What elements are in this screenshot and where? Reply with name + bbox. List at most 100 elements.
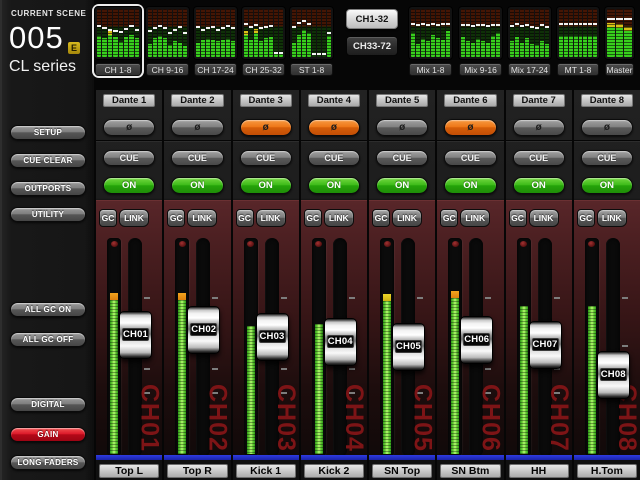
- cue-button[interactable]: CUE: [308, 150, 360, 166]
- phase-button[interactable]: ø: [376, 119, 428, 136]
- cue-button[interactable]: CUE: [513, 150, 565, 166]
- gain-compensation-button[interactable]: GC: [577, 209, 595, 227]
- meter-block-mix-1-8[interactable]: Mix 1-8: [408, 6, 453, 76]
- fader-cap[interactable]: CH04: [324, 318, 357, 366]
- meter-fill: [124, 37, 128, 57]
- on-button[interactable]: ON: [240, 177, 292, 194]
- sidebar-button-digital[interactable]: DIGITAL: [10, 397, 86, 412]
- meter-fill: [196, 43, 200, 57]
- level-meter-bar: [244, 9, 248, 57]
- cue-button[interactable]: CUE: [240, 150, 292, 166]
- on-button[interactable]: ON: [308, 177, 360, 194]
- meter-block-mt-1-8[interactable]: MT 1-8: [556, 6, 600, 76]
- on-button[interactable]: ON: [513, 177, 565, 194]
- left-panel: CURRENT SCENE 005 E CL series SETUP CUE C…: [0, 0, 94, 480]
- phase-button[interactable]: ø: [103, 119, 155, 136]
- meter-block-ch-1-8[interactable]: CH 1-8: [94, 6, 142, 76]
- fader-cap[interactable]: CH08: [597, 351, 630, 399]
- fader-cap-channel-label: CH02: [190, 323, 217, 336]
- channel-name-label[interactable]: SN Btm: [440, 464, 500, 478]
- phase-button[interactable]: ø: [171, 119, 223, 136]
- input-patch-label[interactable]: Dante 6: [444, 94, 496, 107]
- meter-peak-hold: [201, 29, 205, 31]
- phase-button[interactable]: ø: [240, 119, 292, 136]
- meter-block-meters: [145, 6, 190, 60]
- channel-name-label[interactable]: Top R: [167, 464, 227, 478]
- channel-name-label[interactable]: SN Top: [372, 464, 432, 478]
- channel-name-label[interactable]: Kick 1: [236, 464, 296, 478]
- gain-compensation-button[interactable]: GC: [509, 209, 527, 227]
- fader-cap[interactable]: CH03: [256, 313, 289, 361]
- sidebar-button-long-faders[interactable]: LONG FADERS: [10, 455, 86, 470]
- link-button[interactable]: LINK: [529, 209, 559, 227]
- channel-name-label[interactable]: HH: [509, 464, 569, 478]
- cue-button[interactable]: CUE: [444, 150, 496, 166]
- link-button[interactable]: LINK: [460, 209, 490, 227]
- gain-compensation-button[interactable]: GC: [440, 209, 458, 227]
- meter-block-meters: [94, 6, 142, 60]
- meter-fill: [119, 42, 123, 57]
- phase-button[interactable]: ø: [444, 119, 496, 136]
- input-patch-label[interactable]: Dante 3: [240, 94, 292, 107]
- meter-fill: [486, 43, 490, 57]
- input-patch-label[interactable]: Dante 4: [308, 94, 360, 107]
- phase-button[interactable]: ø: [513, 119, 565, 136]
- gain-compensation-button[interactable]: GC: [372, 209, 390, 227]
- sidebar-button-all-gc-off[interactable]: ALL GC OFF: [10, 332, 86, 347]
- input-patch-label[interactable]: Dante 5: [376, 94, 428, 107]
- meter-block-ch-9-16[interactable]: CH 9-16: [145, 6, 190, 76]
- phase-button[interactable]: ø: [308, 119, 360, 136]
- link-button[interactable]: LINK: [597, 209, 627, 227]
- sidebar-button-all-gc-on[interactable]: ALL GC ON: [10, 302, 86, 317]
- meter-block-master[interactable]: Master: [604, 6, 635, 76]
- phase-button[interactable]: ø: [581, 119, 633, 136]
- sidebar-button-utility[interactable]: UTILITY: [10, 207, 86, 222]
- cue-button[interactable]: CUE: [376, 150, 428, 166]
- cue-button[interactable]: CUE: [103, 150, 155, 166]
- bank-button-ch33-72[interactable]: CH33-72: [346, 36, 398, 56]
- cue-button[interactable]: CUE: [581, 150, 633, 166]
- sidebar-button-setup[interactable]: SETUP: [10, 125, 86, 140]
- scene-panel[interactable]: CURRENT SCENE 005 E CL series: [2, 0, 96, 88]
- input-patch-label[interactable]: Dante 1: [103, 94, 155, 107]
- channel-name-label[interactable]: Top L: [99, 464, 159, 478]
- fader-cap[interactable]: CH06: [460, 316, 493, 364]
- level-meter-bar: [431, 9, 435, 57]
- level-meter-bar: [515, 9, 519, 57]
- meter-block-mix-9-16[interactable]: Mix 9-16: [458, 6, 503, 76]
- input-patch-label[interactable]: Dante 7: [513, 94, 565, 107]
- fader-cap[interactable]: CH02: [187, 306, 220, 354]
- on-button[interactable]: ON: [103, 177, 155, 194]
- link-button[interactable]: LINK: [187, 209, 217, 227]
- link-button[interactable]: LINK: [392, 209, 422, 227]
- cue-button[interactable]: CUE: [171, 150, 223, 166]
- sidebar-button-outports[interactable]: OUTPORTS: [10, 181, 86, 196]
- meter-block-mix-17-24[interactable]: Mix 17-24: [507, 6, 552, 76]
- gain-compensation-button[interactable]: GC: [304, 209, 322, 227]
- on-button[interactable]: ON: [444, 177, 496, 194]
- meter-block-ch-17-24[interactable]: CH 17-24: [193, 6, 238, 76]
- input-patch-label[interactable]: Dante 2: [171, 94, 223, 107]
- input-patch-label[interactable]: Dante 8: [581, 94, 633, 107]
- link-button[interactable]: LINK: [119, 209, 149, 227]
- fader-cap[interactable]: CH01: [119, 311, 152, 359]
- meter-fill: [173, 41, 177, 57]
- on-button[interactable]: ON: [581, 177, 633, 194]
- meter-block-st-1-8[interactable]: ST 1-8: [289, 6, 334, 76]
- gain-compensation-button[interactable]: GC: [99, 209, 117, 227]
- meter-block-ch-25-32[interactable]: CH 25-32: [241, 6, 286, 76]
- gain-compensation-button[interactable]: GC: [236, 209, 254, 227]
- link-button[interactable]: LINK: [324, 209, 354, 227]
- channel-name-label[interactable]: H.Tom: [577, 464, 637, 478]
- fader-cap[interactable]: CH07: [529, 321, 562, 369]
- fader-cap[interactable]: CH05: [392, 323, 425, 371]
- sidebar-button-cue-clear[interactable]: CUE CLEAR: [10, 153, 86, 168]
- sidebar-button-gain[interactable]: GAIN: [10, 427, 86, 442]
- link-button[interactable]: LINK: [256, 209, 286, 227]
- meter-peak-hold: [525, 24, 529, 26]
- on-button[interactable]: ON: [376, 177, 428, 194]
- channel-name-label[interactable]: Kick 2: [304, 464, 364, 478]
- on-button[interactable]: ON: [171, 177, 223, 194]
- bank-button-ch1-32[interactable]: CH1-32: [346, 9, 398, 29]
- gain-compensation-button[interactable]: GC: [167, 209, 185, 227]
